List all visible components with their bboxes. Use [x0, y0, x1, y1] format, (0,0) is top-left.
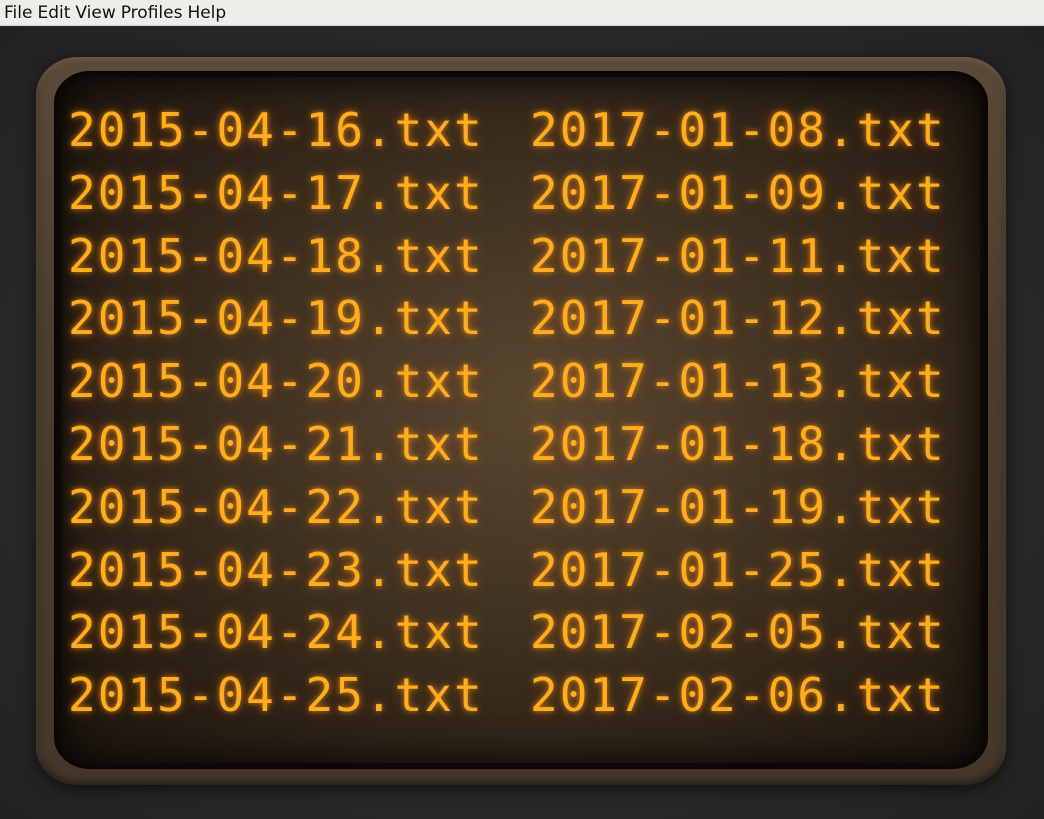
file-entry: 2015-04-22.txt — [68, 479, 484, 534]
file-entry: 2017-02-06.txt — [530, 668, 946, 723]
menu-view[interactable]: View — [75, 0, 115, 26]
file-entry: 2017-01-11.txt — [530, 228, 946, 283]
terminal-screen[interactable]: 2015-04-16.txt 2017-01-08.txt 2015-04-17… — [62, 77, 980, 763]
crt-bezel: 2015-04-16.txt 2017-01-08.txt 2015-04-17… — [36, 57, 1006, 785]
crt-bezel-inner: 2015-04-16.txt 2017-01-08.txt 2015-04-17… — [54, 71, 988, 769]
file-entry: 2017-02-05.txt — [530, 605, 946, 660]
file-entry: 2017-01-25.txt — [530, 542, 946, 597]
file-entry: 2017-01-19.txt — [530, 479, 946, 534]
menu-profiles[interactable]: Profiles — [121, 0, 183, 26]
file-entry: 2017-01-13.txt — [530, 354, 946, 409]
menu-help[interactable]: Help — [187, 0, 226, 26]
file-listing: 2015-04-16.txt 2017-01-08.txt 2015-04-17… — [68, 99, 968, 727]
file-entry: 2017-01-12.txt — [530, 291, 946, 346]
file-entry: 2015-04-17.txt — [68, 165, 484, 220]
menu-file[interactable]: File — [4, 0, 32, 26]
file-entry: 2015-04-20.txt — [68, 354, 484, 409]
file-entry: 2015-04-23.txt — [68, 542, 484, 597]
menu-bar: File Edit View Profiles Help — [0, 0, 1044, 26]
file-entry: 2017-01-09.txt — [530, 165, 946, 220]
file-entry: 2015-04-16.txt — [68, 103, 484, 157]
terminal-viewport: 2015-04-16.txt 2017-01-08.txt 2015-04-17… — [0, 27, 1044, 819]
file-entry: 2017-01-18.txt — [530, 416, 946, 471]
menu-edit[interactable]: Edit — [37, 0, 70, 26]
file-entry: 2015-04-25.txt — [68, 668, 484, 723]
file-entry: 2015-04-24.txt — [68, 605, 484, 660]
file-entry: 2015-04-18.txt — [68, 228, 484, 283]
file-entry: 2017-01-08.txt — [530, 103, 946, 157]
file-entry: 2015-04-21.txt — [68, 416, 484, 471]
file-entry: 2015-04-19.txt — [68, 291, 484, 346]
